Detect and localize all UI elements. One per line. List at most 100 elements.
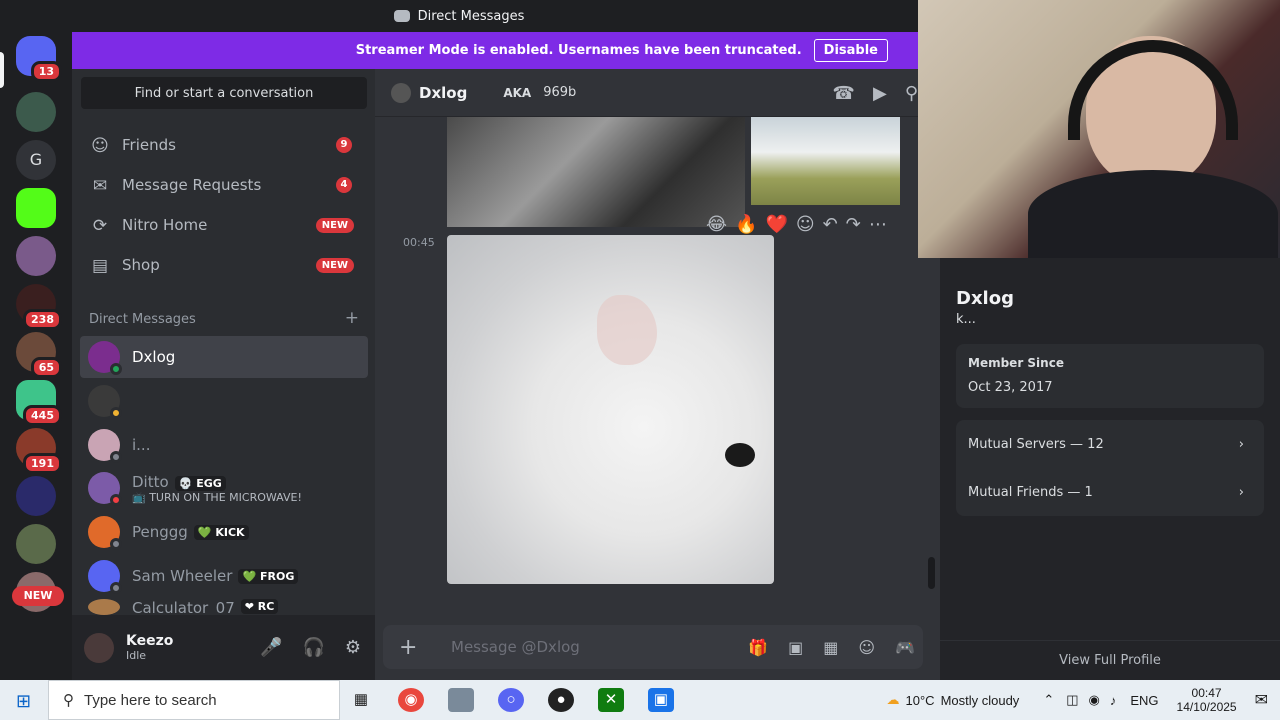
server-icon[interactable] [16,92,56,132]
dm-item[interactable]: i... [80,424,368,466]
server-icon[interactable]: 238 [16,284,62,330]
discord-taskbar-icon[interactable]: ○ [498,688,524,712]
notification-icon[interactable]: ✉ [1255,690,1268,710]
dm-item[interactable]: Ditto 💀 EGG 📺 TURN ON THE MICROWAVE! [80,466,368,510]
chevron-right-icon: › [1238,484,1244,500]
active-pill [0,52,4,88]
dm-name: Ditto [132,472,169,491]
avatar [88,560,122,594]
obs-icon[interactable]: ● [548,688,574,712]
server-icon[interactable]: 445 [16,380,62,426]
section-title: Direct Messages [89,312,196,327]
weather-desc[interactable]: Mostly cloudy [941,693,1020,708]
member-since-value: Oct 23, 2017 [968,380,1053,395]
dm-sidebar: Find or start a conversation ☺ Friends 9… [72,69,375,680]
dm-item[interactable]: Calculator_07 ❤ RC [80,599,368,615]
server-icon[interactable] [16,524,56,564]
window-titlebar: Direct Messages [0,0,918,32]
microphone-icon[interactable]: 🎤 [260,637,282,658]
dm-item[interactable]: Dxlog [80,336,368,378]
clock[interactable]: 00:47 14/10/2025 [1177,686,1237,714]
gift-icon[interactable]: 🎁 [748,638,768,657]
nav-shop[interactable]: ▤ Shop NEW [80,247,368,283]
disable-button[interactable]: Disable [813,39,888,62]
xbox-icon[interactable]: ✕ [598,688,624,712]
mutual-servers-row[interactable]: Mutual Servers — 12 › [956,420,1264,468]
volume-icon[interactable]: ♪ [1110,693,1117,708]
user-name: Keezo [126,633,174,649]
taskbar-search[interactable]: ⚲ Type here to search [48,680,340,720]
pin-icon[interactable]: ⚲ [905,83,918,104]
create-dm-icon[interactable]: + [345,310,359,327]
sticker-icon[interactable]: ▦ [823,638,838,657]
windows-start-icon[interactable]: ⊞ [16,691,31,712]
weather-icon[interactable]: ☁ [887,692,900,708]
video-call-icon[interactable]: ▶ [873,83,887,104]
dm-item[interactable] [80,380,368,422]
reply-icon[interactable]: ↶ [823,214,838,235]
language-indicator[interactable]: ENG [1130,693,1158,708]
reaction-laugh[interactable]: 😂 [706,214,727,235]
chevron-up-icon[interactable]: ⌃ [1043,692,1054,708]
app-icon[interactable]: ▣ [648,688,674,712]
more-icon[interactable]: ⋯ [869,214,887,235]
dm-item[interactable]: Penggg 💚 KICK [80,511,368,553]
app-icon[interactable] [448,688,474,712]
nitro-icon: ⟳ [92,216,108,236]
profile-name: Dxlog [956,288,1014,309]
add-attachment-icon[interactable]: + [399,635,423,660]
guild-tag: 💚 FROG [238,568,299,584]
server-badge: 445 [23,405,62,426]
count-badge: 9 [336,137,352,153]
voice-call-icon[interactable]: ☎ [833,83,855,104]
status-online-icon [110,363,122,375]
chrome-icon[interactable]: ◉ [398,688,424,712]
server-icon[interactable] [16,188,56,228]
home-button[interactable]: 13 [16,36,62,82]
attachment-image[interactable] [447,235,774,584]
guild-tag: ❤ RC [240,599,279,614]
clock-date: 14/10/2025 [1176,700,1237,714]
server-icon[interactable]: 191 [16,428,62,474]
server-icon[interactable] [16,236,56,276]
headphones-icon[interactable]: 🎧 [302,637,324,658]
message-input[interactable]: + Message @Dxlog 🎁 ▣ ▦ ☺ 🎮 [383,625,923,669]
server-icon[interactable]: G [16,140,56,180]
user-avatar[interactable] [84,632,114,663]
attachment-image[interactable] [447,117,745,227]
new-servers-badge[interactable]: NEW [12,586,64,606]
user-panel: Keezo Idle 🎤 🎧 ⚙ [72,615,375,680]
chat-user-name[interactable]: Dxlog [419,84,467,102]
nav-friends[interactable]: ☺ Friends 9 [80,127,368,163]
server-icon[interactable]: 65 [16,332,62,378]
attachment-image[interactable] [751,117,900,205]
scrollbar-thumb[interactable] [928,557,935,589]
network-icon[interactable]: ◫ [1066,692,1078,708]
reaction-heart[interactable]: ❤️ [765,214,787,235]
dm-item[interactable]: Sam Wheeler 💚 FROG [80,555,368,597]
server-icon[interactable] [16,476,56,516]
conversation-search[interactable]: Find or start a conversation [81,77,367,109]
shop-icon: ▤ [91,256,109,276]
server-badge: 65 [30,357,62,378]
user-status: Idle [126,649,147,662]
apps-icon[interactable]: 🎮 [895,638,915,657]
status-offline-icon [110,538,122,550]
nav-nitro-home[interactable]: ⟳ Nitro Home NEW [80,207,368,243]
nav-message-requests[interactable]: ✉ Message Requests 4 [80,167,368,203]
mic-tray-icon[interactable]: ◉ [1089,692,1100,708]
emoji-icon[interactable]: ☺ [858,638,875,657]
webcam-headset [1068,40,1238,140]
gif-icon[interactable]: ▣ [788,638,803,657]
weather-temp[interactable]: 10°C [906,693,935,708]
message-placeholder: Message @Dxlog [451,638,580,656]
add-reaction-icon[interactable]: ☺ [796,214,815,235]
settings-gear-icon[interactable]: ⚙ [345,637,361,658]
view-full-profile-link[interactable]: View Full Profile [940,640,1280,680]
task-view-icon[interactable]: ▦ [348,688,374,712]
forward-icon[interactable]: ↷ [846,214,861,235]
reaction-fire[interactable]: 🔥 [735,214,757,235]
avatar [88,385,122,419]
mutual-friends-row[interactable]: Mutual Friends — 1 › [956,468,1264,516]
home-badge: 13 [30,61,62,82]
